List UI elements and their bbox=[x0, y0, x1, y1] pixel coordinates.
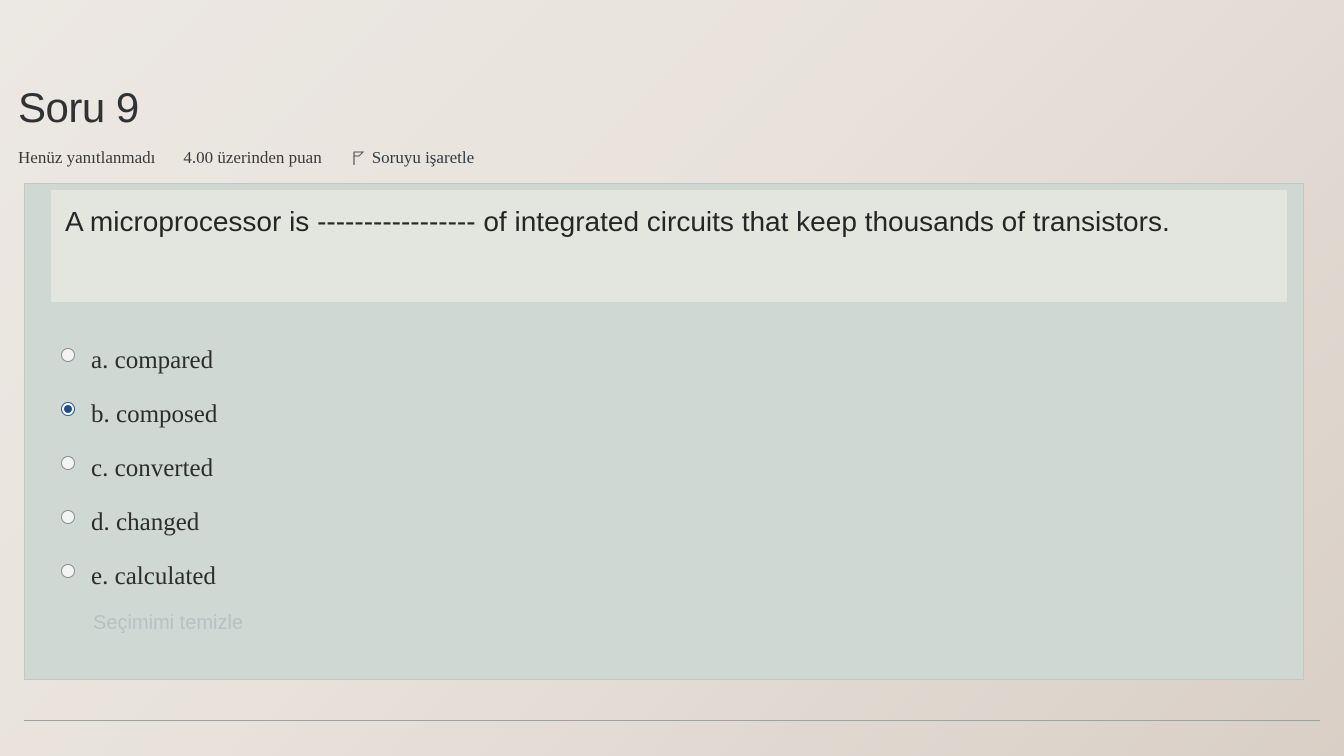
flag-question-link[interactable]: Soruyu işaretle bbox=[352, 148, 474, 168]
flag-icon bbox=[353, 151, 364, 165]
flag-question-label: Soruyu işaretle bbox=[371, 148, 475, 167]
question-text: A microprocessor is ----------------- of… bbox=[65, 206, 1170, 237]
answer-label: c. converted bbox=[91, 455, 214, 482]
clear-choice-link[interactable]: Seçimimi temizle bbox=[93, 612, 243, 635]
radio-button-icon[interactable] bbox=[61, 402, 75, 416]
question-info: Henüz yanıtlanmadı 4.00 üzerinden puan S… bbox=[18, 148, 474, 168]
answer-options: a. compared b. composed c. converted d. … bbox=[61, 334, 217, 604]
answer-label: a. compared bbox=[91, 347, 214, 374]
answer-label: b. composed bbox=[91, 401, 218, 428]
answer-option-a[interactable]: a. compared bbox=[61, 334, 217, 388]
divider bbox=[24, 720, 1320, 721]
question-formulation: A microprocessor is ----------------- of… bbox=[24, 183, 1304, 680]
question-state: Henüz yanıtlanmadı bbox=[18, 148, 156, 167]
answer-option-e[interactable]: e. calculated bbox=[61, 550, 217, 604]
answer-option-d[interactable]: d. changed bbox=[61, 496, 217, 550]
page-title: Soru 9 bbox=[18, 84, 139, 131]
answer-option-c[interactable]: c. converted bbox=[61, 442, 217, 496]
answer-label: e. calculated bbox=[91, 563, 216, 590]
question-grade: 4.00 üzerinden puan bbox=[183, 148, 322, 167]
radio-button-icon[interactable] bbox=[61, 564, 75, 578]
answer-label: d. changed bbox=[91, 509, 200, 536]
answer-option-b[interactable]: b. composed bbox=[61, 388, 217, 442]
radio-button-icon[interactable] bbox=[61, 510, 75, 524]
radio-button-icon[interactable] bbox=[61, 348, 75, 362]
question-text-box: A microprocessor is ----------------- of… bbox=[51, 190, 1287, 302]
radio-button-icon[interactable] bbox=[61, 456, 75, 470]
